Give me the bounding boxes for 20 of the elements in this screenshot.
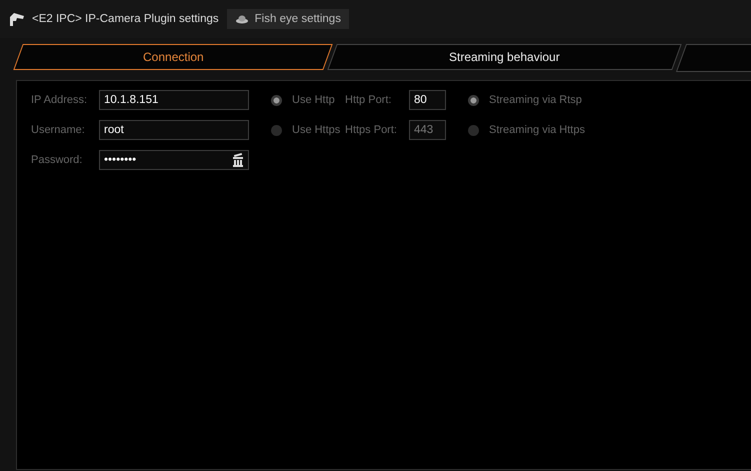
field-label: Password: xyxy=(31,154,84,166)
input-field[interactable]: 10.1.8.151 xyxy=(99,90,249,110)
field-label: IP Address: xyxy=(31,94,88,106)
input-field[interactable]: •••••••• xyxy=(99,150,249,170)
radio-button[interactable]: Streaming via Https xyxy=(468,124,585,136)
radio-button[interactable]: Streaming via Rtsp xyxy=(468,94,582,106)
radio-button[interactable]: Use Https xyxy=(271,124,340,136)
radio-button[interactable]: Use Http xyxy=(271,94,335,106)
port-field[interactable]: 80 xyxy=(409,90,446,110)
header-tab[interactable]: Fish eye settings xyxy=(226,9,349,29)
header-tab[interactable]: <E2 IPC> IP-Camera Plugin settings xyxy=(4,9,223,29)
camera-icon xyxy=(8,11,26,27)
field-label: Http Port: xyxy=(345,94,392,106)
field-label: Https Port: xyxy=(345,124,398,136)
lens-icon xyxy=(234,14,249,24)
tab[interactable]: Streaming behaviour xyxy=(327,44,682,70)
field-label: Username: xyxy=(31,124,86,136)
tab[interactable]: Connection xyxy=(13,44,333,70)
trash-icon[interactable] xyxy=(232,153,244,167)
input-field[interactable]: root xyxy=(99,120,249,140)
